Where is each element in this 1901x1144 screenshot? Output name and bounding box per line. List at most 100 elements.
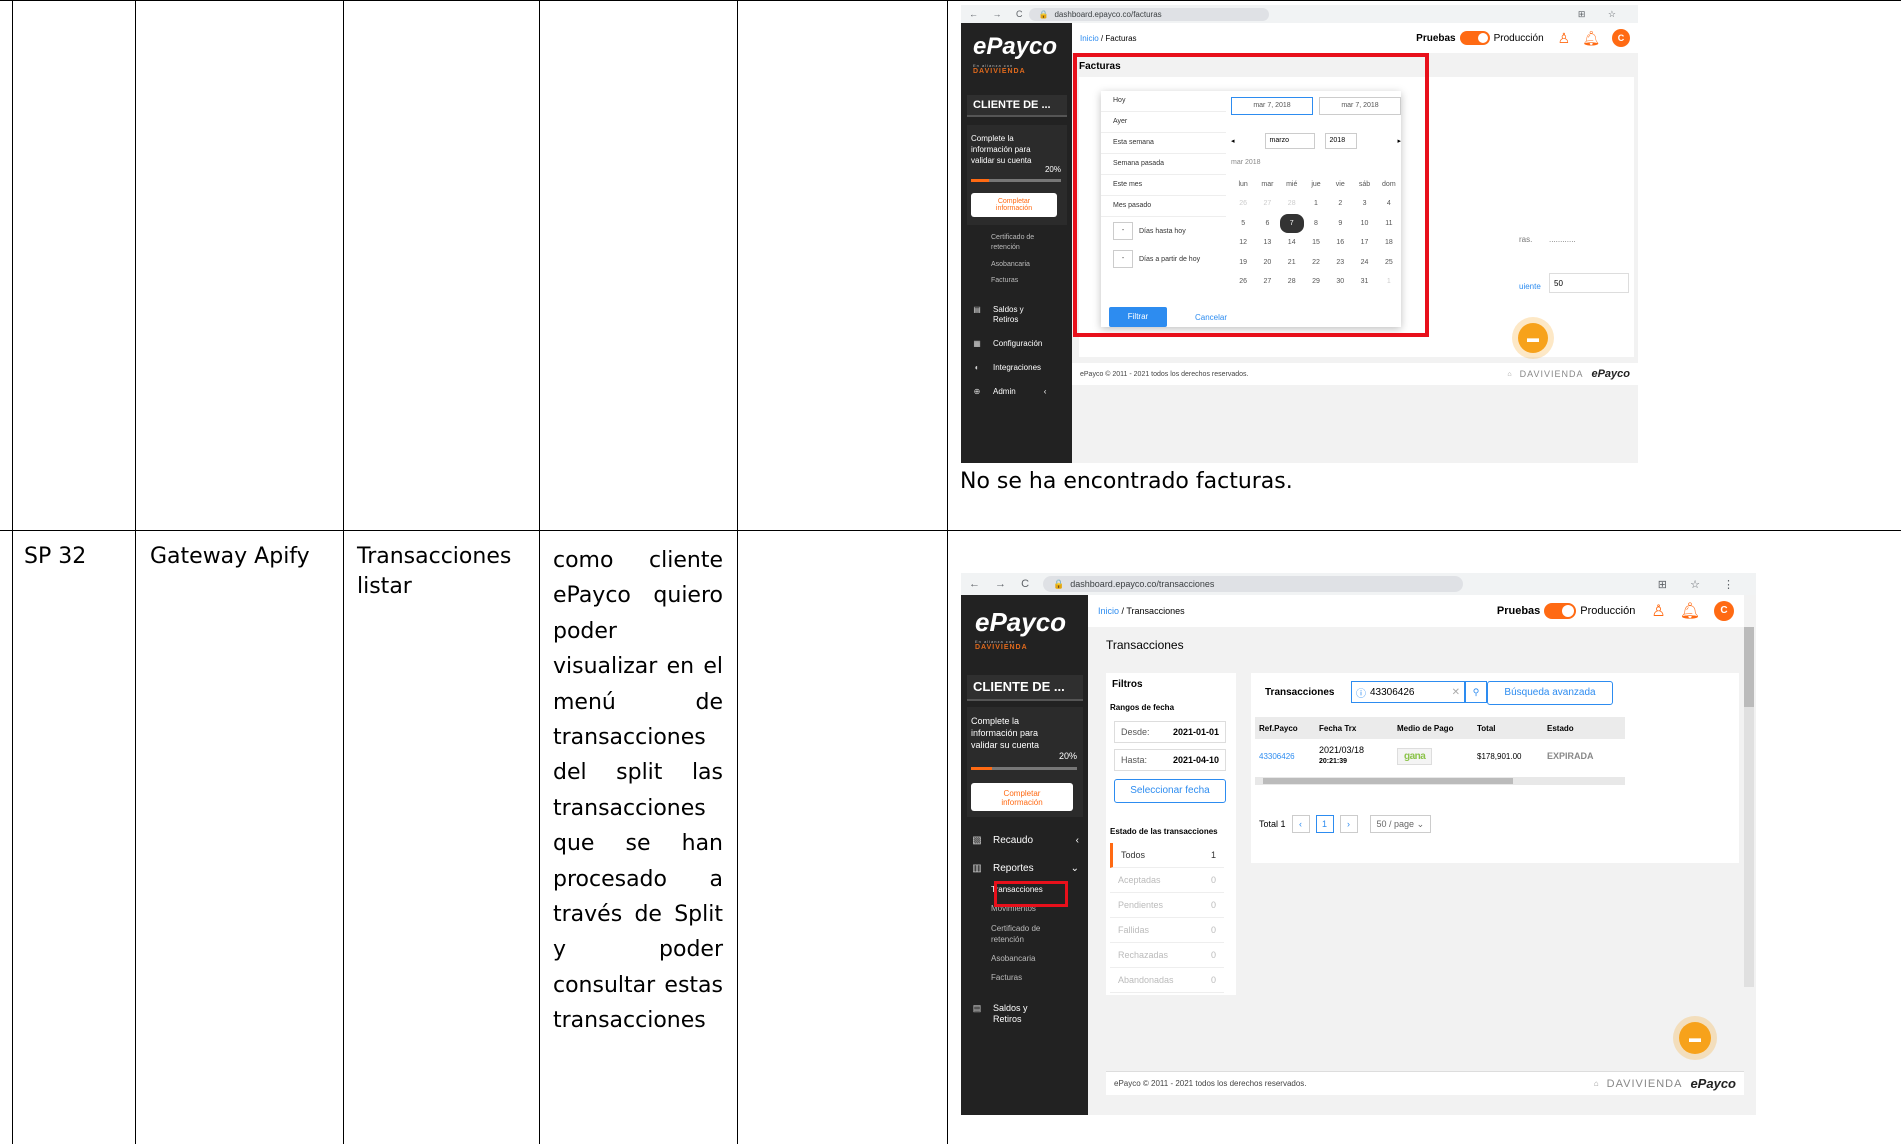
status-filter-item[interactable]: Pendientes 0 (1110, 893, 1224, 918)
menu-saldos[interactable]: ▤ Saldos y Retiros (969, 1003, 1033, 1025)
davivienda-logo-sub: En alianza con DAVIVIENDA (975, 639, 1028, 651)
epayco-logo: ePayco (973, 33, 1058, 60)
chat-icon: ▬ (1689, 1031, 1701, 1045)
table-row-divider (0, 530, 1901, 531)
complete-profile-box: Complete la información para validar su … (967, 125, 1067, 225)
bell-icon[interactable]: 🔔︎ (1680, 601, 1700, 621)
status-filter-item[interactable]: Todos 1 (1110, 843, 1224, 868)
wallet-icon: ▤ (972, 1003, 982, 1013)
submenu-certificado[interactable]: Certificado de retención (991, 923, 1061, 945)
status-filter-item[interactable]: Rechazadas 0 (1110, 943, 1224, 968)
mode-prod-label: Producción (1580, 605, 1636, 617)
date-from-field[interactable]: Desde: 2021-01-01 (1114, 721, 1226, 743)
info-icon: ⓘ (1356, 688, 1366, 700)
transactions-table: Ref.Payco Fecha Trx Medio de Pago Total … (1255, 717, 1625, 785)
breadcrumb: Inicio / Facturas (1080, 33, 1137, 43)
progress-bar (971, 767, 1077, 770)
user-icon[interactable]: ♙ (1558, 30, 1571, 47)
complete-info-button[interactable]: Completar información (971, 783, 1073, 811)
horizontal-scrollbar[interactable] (1255, 777, 1625, 785)
settings-icon: ▦ (973, 339, 981, 348)
menu-saldos[interactable]: ▤ Saldos y Retiros (969, 305, 1033, 325)
footer-logos: ⌂ DAVIVIENDA ePayco (1507, 368, 1630, 380)
menu-recaudo[interactable]: ▧ Recaudo ‹ (969, 835, 1079, 846)
client-name[interactable]: CLIENTE DE ... (967, 675, 1083, 701)
mode-test-label: Pruebas (1416, 32, 1456, 44)
table-col-line (737, 0, 738, 1144)
footer-logos: ⌂ DAVIVIENDA ePayco (1593, 1076, 1736, 1091)
breadcrumb: Inicio / Transacciones (1098, 606, 1185, 616)
breadcrumb-home[interactable]: Inicio (1080, 34, 1099, 43)
behind-next: uiente (1519, 282, 1541, 291)
filters-panel: Filtros Rangos de fecha Desde: 2021-01-01… (1106, 673, 1236, 995)
table-row[interactable]: 43306426 2021/03/18 20:21:39 gana $178,90… (1255, 739, 1625, 773)
avatar[interactable]: C (1714, 601, 1734, 621)
browser-url-bar[interactable]: 🔒 dashboard.epayco.co/transacciones (1043, 576, 1464, 592)
search-button[interactable]: ⚲ (1465, 681, 1487, 703)
status-filter-item[interactable]: Fallidas 0 (1110, 918, 1224, 943)
chart-icon: ▥ (972, 863, 982, 874)
url-text: dashboard.epayco.co/facturas (1054, 9, 1162, 19)
complete-pct: 20% (1044, 165, 1061, 174)
module-cell: Gateway Apify (150, 544, 310, 569)
menu-admin[interactable]: ⊕ Admin ‹ (969, 387, 1047, 396)
browser-bar: ← → C 🔒 dashboard.epayco.co/transacciones… (961, 573, 1756, 595)
mode-test-label: Pruebas (1496, 605, 1541, 617)
status-filter-item[interactable]: Aceptadas 0 (1110, 868, 1224, 893)
menu-reportes[interactable]: ▥ Reportes ⌄ (969, 863, 1079, 874)
requirement-cell: como cliente ePayco quiero poder visuali… (553, 548, 723, 1034)
transactions-title: Transacciones (1265, 687, 1335, 698)
clear-icon[interactable]: ✕ (1452, 687, 1460, 698)
progress-bar (971, 179, 1061, 182)
transactions-panel: Transacciones ⓘ 43306426 ✕ ⚲ Búsqueda avan… (1251, 673, 1739, 863)
mode-prod-label: Producción (1493, 32, 1544, 44)
complete-info-button[interactable]: Completar información (971, 193, 1057, 217)
submenu-facturas[interactable]: Facturas (991, 277, 1018, 284)
date-to-field[interactable]: Hasta: 2021-04-10 (1114, 749, 1226, 771)
menu-integraciones[interactable]: ◐ Integraciones (969, 363, 1041, 372)
search-field[interactable]: ⓘ 43306426 ✕ (1351, 681, 1465, 703)
browser-bar: ← → C 🔒 dashboard.epayco.co/facturas ⊞ ☆ (961, 5, 1638, 23)
submenu-asobancaria[interactable]: Asobancaria (991, 261, 1030, 268)
bell-icon[interactable]: 🔔︎ (1582, 30, 1600, 47)
complete-pct: 20% (1058, 751, 1077, 761)
scrollbar[interactable] (1744, 627, 1754, 987)
submenu-certificado[interactable]: Certificado de retención (991, 233, 1051, 253)
browser-actions: ⊞ ☆ (1577, 8, 1626, 19)
menu-configuracion[interactable]: ▦ Configuración (969, 339, 1042, 348)
next-page-button[interactable]: › (1339, 815, 1358, 833)
table-col-line (947, 0, 948, 1144)
footer-copyright: ePayco © 2011 - 2021 todos los derechos … (1114, 1079, 1307, 1088)
chat-button[interactable]: ▬ (1679, 1022, 1711, 1054)
submenu-facturas[interactable]: Facturas (991, 973, 1022, 982)
behind-text: ras. (1519, 235, 1533, 244)
advanced-search-button[interactable]: Búsqueda avanzada (1487, 681, 1613, 705)
prev-page-button[interactable]: ‹ (1291, 815, 1310, 833)
screenshot-facturas: ← → C 🔒 dashboard.epayco.co/facturas ⊞ ☆ … (961, 5, 1638, 463)
avatar[interactable]: C (1612, 29, 1630, 47)
col-total: Total (1477, 723, 1496, 733)
submenu-asobancaria[interactable]: Asobancaria (991, 954, 1035, 963)
page-1-button[interactable]: 1 (1315, 815, 1334, 833)
top-header: Inicio / Transacciones Pruebas Producció… (1088, 595, 1744, 627)
row-ref-link[interactable]: 43306426 (1255, 752, 1315, 761)
table-col-line (135, 0, 136, 1144)
status-filter-item[interactable]: Abandonadas 0 (1110, 968, 1224, 993)
sidebar: ePayco En alianza con DAVIVIENDA CLIENTE … (961, 595, 1088, 1115)
chat-button[interactable]: ▬ (1518, 323, 1548, 353)
toggle-icon: ◐ (974, 363, 980, 372)
cash-icon: ▧ (972, 835, 982, 846)
mode-toggle[interactable] (1544, 603, 1577, 619)
sidebar: ePayco En alianza con DAVIVIENDA CLIENTE … (961, 23, 1072, 463)
browser-url-bar[interactable]: 🔒 dashboard.epayco.co/facturas (1028, 7, 1269, 21)
col-date: Fecha Trx (1319, 723, 1357, 733)
breadcrumb-home[interactable]: Inicio (1098, 606, 1119, 616)
user-icon[interactable]: ♙ (1651, 601, 1665, 621)
select-date-button[interactable]: Seleccionar fecha (1114, 779, 1226, 803)
mode-toggle[interactable] (1459, 31, 1490, 45)
story-id-cell: SP 32 (24, 544, 87, 569)
url-text: dashboard.epayco.co/transacciones (1070, 579, 1215, 589)
search-icon: ⚲ (1472, 687, 1480, 697)
client-name[interactable]: CLIENTE DE ... (967, 95, 1067, 117)
page-size-select[interactable]: 50 / page ⌄ (1369, 815, 1432, 833)
